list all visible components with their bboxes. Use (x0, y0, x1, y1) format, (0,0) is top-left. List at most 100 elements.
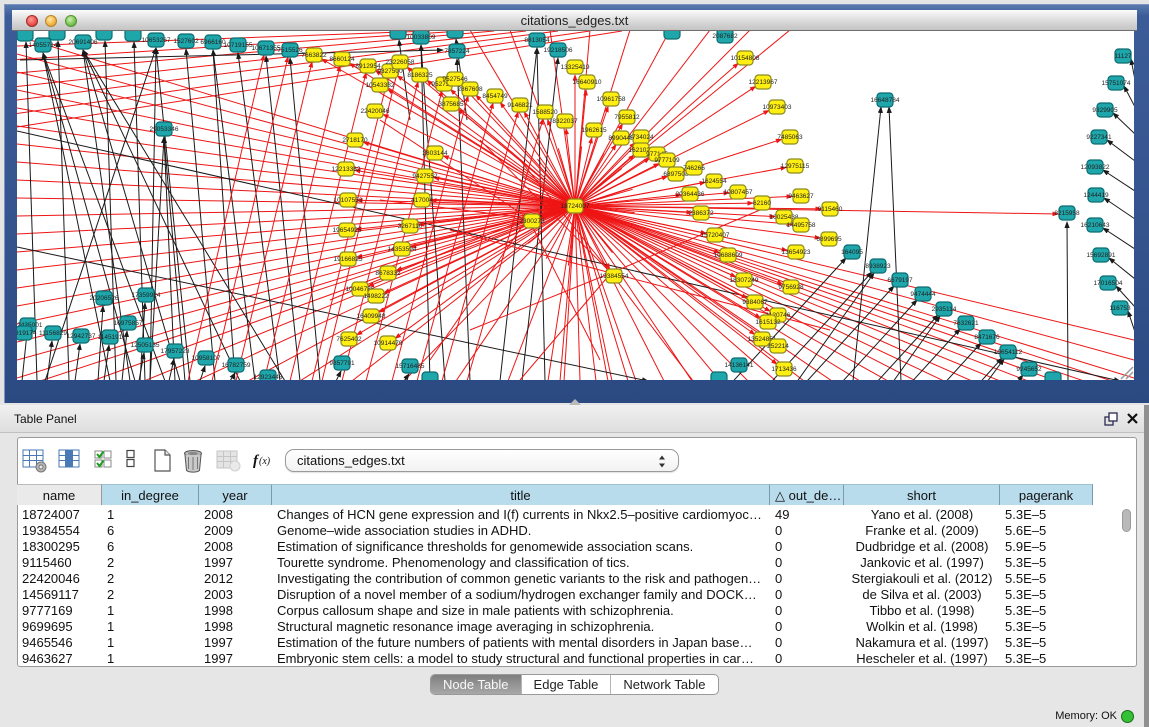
svg-text:15751074: 15751074 (1102, 80, 1131, 87)
svg-text:9227341: 9227341 (1086, 134, 1112, 141)
svg-text:9756928: 9756928 (778, 284, 804, 291)
svg-text:20364436: 20364436 (676, 191, 705, 198)
svg-text:16640910: 16640910 (573, 79, 602, 86)
svg-text:1615132: 1615132 (755, 319, 781, 326)
svg-text:23226058: 23226058 (386, 59, 415, 66)
svg-text:10961758: 10961758 (597, 96, 626, 103)
svg-text:10543382: 10543382 (366, 82, 395, 89)
svg-text:1244419: 1244419 (1083, 192, 1109, 199)
svg-text:17016504: 17016504 (1094, 280, 1123, 287)
svg-text:746266: 746266 (683, 165, 705, 172)
svg-text:17359924: 17359924 (132, 292, 161, 299)
svg-text:14055714: 14055714 (29, 42, 58, 49)
svg-text:164095: 164095 (841, 249, 863, 256)
svg-text:8813054: 8813054 (524, 37, 550, 44)
svg-text:19654925: 19654925 (333, 227, 362, 234)
svg-text:10107553: 10107553 (334, 197, 363, 204)
svg-text:12505135: 12505135 (131, 342, 160, 349)
svg-text:15720407: 15720407 (701, 232, 730, 239)
svg-text:9115460: 9115460 (818, 206, 843, 213)
svg-text:10654112: 10654112 (994, 349, 1023, 356)
svg-text:6897508: 6897508 (663, 171, 689, 178)
svg-text:18724007: 18724007 (561, 203, 590, 210)
svg-text:6734024: 6734024 (628, 134, 654, 141)
svg-text:9777109: 9777109 (654, 157, 680, 164)
svg-text:7515526: 7515526 (277, 47, 303, 54)
svg-text:14353594: 14353594 (388, 246, 417, 253)
svg-text:9329905: 9329905 (1092, 107, 1118, 114)
svg-text:12093822: 12093822 (1081, 164, 1110, 171)
svg-text:8678332: 8678332 (375, 270, 401, 277)
svg-text:10807457: 10807457 (724, 189, 753, 196)
svg-text:2300273: 2300273 (519, 218, 545, 225)
svg-text:13325419: 13325419 (561, 64, 590, 71)
svg-text:15692891: 15692891 (1087, 252, 1116, 259)
svg-text:16648784: 16648784 (871, 97, 900, 104)
svg-text:13654923: 13654923 (782, 249, 811, 256)
svg-text:12942737: 12942737 (67, 333, 96, 340)
svg-text:6899695: 6899695 (816, 236, 842, 243)
svg-text:8186325: 8186325 (407, 72, 433, 79)
svg-text:7485063: 7485063 (777, 134, 803, 141)
svg-text:10653267: 10653267 (142, 37, 171, 44)
svg-text:14136141: 14136141 (725, 362, 754, 369)
svg-text:10033809: 10033809 (407, 34, 436, 41)
svg-text:2935114: 2935114 (932, 306, 957, 313)
svg-text:1962615: 1962615 (581, 127, 607, 134)
svg-text:1588520: 1588520 (532, 109, 558, 116)
svg-text:116753: 116753 (1109, 305, 1131, 312)
svg-text:7632621: 7632621 (953, 320, 979, 327)
svg-text:1145191: 1145191 (98, 334, 123, 341)
svg-text:19218506: 19218506 (544, 47, 573, 54)
svg-text:6966160: 6966160 (200, 39, 226, 46)
svg-text:2867608: 2867608 (457, 86, 483, 93)
svg-text:10975857: 10975857 (114, 320, 143, 327)
svg-text:10154808: 10154808 (731, 55, 760, 62)
svg-text:9463627: 9463627 (788, 193, 814, 200)
svg-text:12923448: 12923448 (254, 374, 283, 380)
svg-text:19166825: 19166825 (334, 256, 363, 263)
svg-text:7625402: 7625402 (336, 336, 362, 343)
svg-text:9146821: 9146821 (507, 102, 533, 109)
svg-text:252214: 252214 (767, 343, 789, 350)
svg-text:62160: 62160 (753, 200, 771, 207)
svg-text:8938923: 8938923 (865, 263, 891, 270)
svg-text:9857791: 9857791 (329, 360, 355, 367)
svg-text:7955812: 7955812 (614, 114, 640, 121)
svg-text:20691406: 20691406 (69, 39, 98, 46)
svg-text:9427552: 9427552 (412, 173, 438, 180)
svg-text:14495758: 14495758 (787, 222, 816, 229)
svg-text:12975115: 12975115 (781, 163, 810, 170)
svg-text:10688609: 10688609 (714, 252, 743, 259)
svg-text:11156829: 11156829 (39, 330, 67, 337)
svg-text:10973403: 10973403 (763, 104, 792, 111)
svg-text:1713436: 1713436 (771, 366, 797, 373)
svg-text:10958107: 10958107 (192, 355, 221, 362)
svg-text:1498222: 1498222 (363, 293, 389, 300)
svg-text:12213967: 12213967 (749, 79, 778, 86)
svg-text:12213382: 12213382 (332, 166, 361, 173)
svg-text:8215958: 8215958 (1054, 210, 1080, 217)
svg-text:8471676: 8471676 (974, 334, 1000, 341)
svg-text:7663822: 7663822 (301, 52, 327, 59)
svg-text:3875685: 3875685 (438, 101, 464, 108)
svg-text:17957223: 17957223 (161, 348, 190, 355)
svg-text:22420046: 22420046 (361, 108, 390, 115)
svg-text:2803144: 2803144 (422, 150, 448, 157)
svg-text:8454749: 8454749 (482, 93, 508, 100)
svg-text:1527602: 1527602 (173, 38, 199, 45)
svg-text:11127: 11127 (1114, 53, 1131, 60)
svg-text:16409948: 16409948 (357, 313, 386, 320)
svg-text:10914479: 10914479 (374, 340, 403, 347)
svg-text:2386372: 2386372 (688, 210, 714, 217)
svg-text:2087682: 2087682 (712, 33, 738, 40)
svg-text:9245652: 9245652 (1016, 366, 1042, 373)
svg-text:417004: 417004 (411, 197, 433, 204)
svg-text:7857224: 7857224 (444, 48, 470, 55)
svg-text:2718170: 2718170 (342, 137, 368, 144)
svg-text:9384067: 9384067 (742, 299, 768, 306)
svg-text:16210643: 16210643 (1081, 222, 1110, 229)
svg-text:29053346: 29053346 (150, 126, 179, 133)
svg-text:15716485: 15716485 (396, 363, 425, 370)
svg-text:6679197: 6679197 (887, 277, 913, 284)
